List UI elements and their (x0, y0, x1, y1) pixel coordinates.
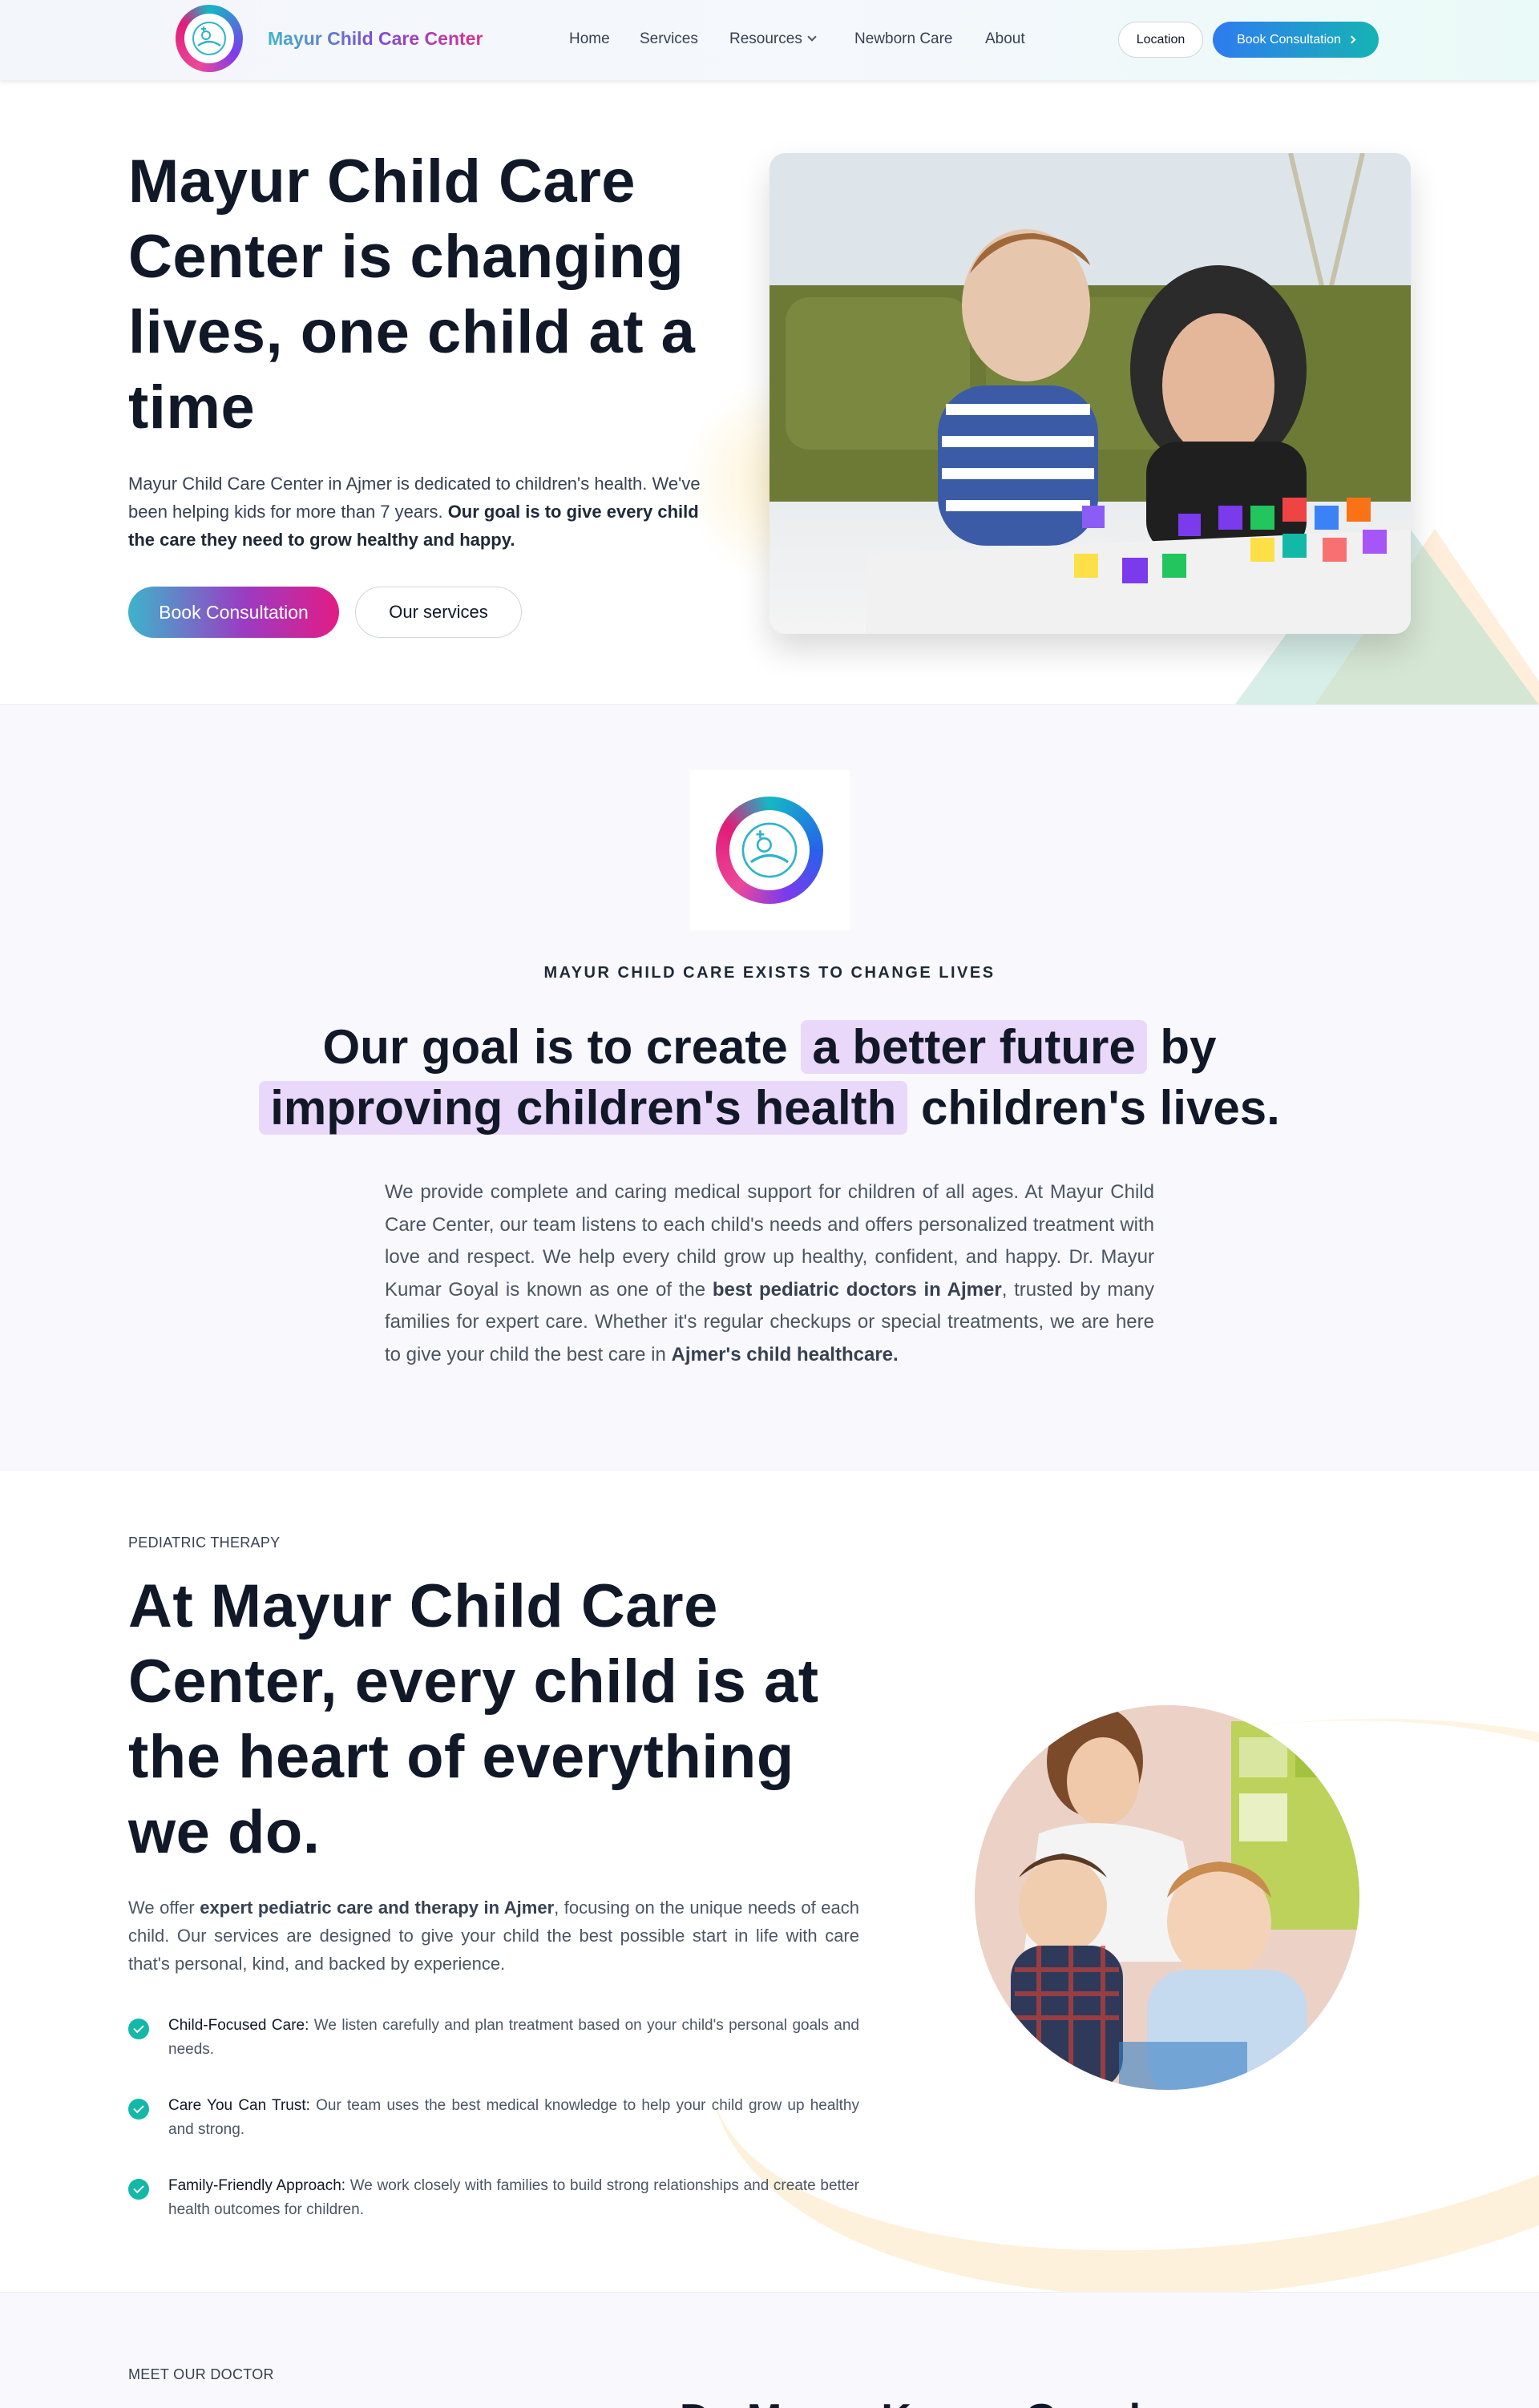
doctor-section: MEET OUR DOCTOR Dr. Mayur Kumar Goyal (0, 2292, 1539, 2408)
therapy-description-text: We offer (128, 1898, 200, 1918)
mission-section: MAYUR CHILD CARE EXISTS TO CHANGE LIVES … (0, 704, 1539, 1470)
chevron-right-icon (1347, 35, 1356, 44)
nav-resources-label: Resources (729, 30, 802, 47)
hero-description: Mayur Child Care Center in Ajmer is dedi… (128, 470, 721, 554)
check-circle-icon (128, 2179, 149, 2200)
mission-heading-text: by (1146, 1020, 1217, 1074)
feature-text: Care You Can Trust: Our team uses the be… (168, 2094, 859, 2142)
mission-body: We provide complete and caring medical s… (385, 1176, 1154, 1371)
hero-section: Mayur Child Care Center is changing live… (0, 80, 1539, 704)
check-circle-icon (128, 2099, 149, 2120)
feature-title: Family-Friendly Approach: (168, 2177, 346, 2194)
doctor-name: Dr. Mayur Kumar Goyal (680, 2395, 1141, 2408)
mission-body-bold: Ajmer's child healthcare. (671, 1343, 899, 1365)
therapy-title: At Mayur Child Care Center, every child … (128, 1572, 819, 1866)
hero-book-consultation-button[interactable]: Book Consultation (128, 587, 339, 638)
feature-text: Family-Friendly Approach: We work closel… (168, 2174, 859, 2222)
therapy-section: PEDIATRIC THERAPY At Mayur Child Care Ce… (0, 1470, 1539, 2292)
mission-kicker: MAYUR CHILD CARE EXISTS TO CHANGE LIVES (543, 964, 996, 982)
mission-heading-text: Our goal is to create (322, 1020, 802, 1074)
mission-body-bold: best pediatric doctors in Ajmer (712, 1278, 1002, 1301)
check-circle-icon (128, 2019, 149, 2039)
mayur-logo-icon (192, 22, 226, 55)
nav-newborn-care[interactable]: Newborn Care (854, 30, 953, 48)
site-header: Mayur Child Care Center Home Services Re… (0, 0, 1539, 80)
book-consultation-button[interactable]: Book Consultation (1213, 22, 1379, 58)
chevron-down-icon (807, 32, 817, 42)
mission-heading-text: children's lives. (907, 1081, 1280, 1135)
location-button[interactable]: Location (1118, 22, 1203, 58)
hero-photo-illustration (770, 153, 1411, 634)
mission-heading: Our goal is to create a better future by… (208, 1017, 1331, 1139)
feature-item: Family-Friendly Approach: We work closel… (128, 2174, 859, 2222)
book-consultation-label: Book Consultation (1237, 32, 1341, 46)
nav-resources[interactable]: Resources (729, 30, 817, 48)
brand-name[interactable]: Mayur Child Care Center (268, 28, 483, 50)
mayur-logo-icon (741, 822, 798, 878)
feature-item: Care You Can Trust: Our team uses the be… (128, 2094, 859, 2142)
feature-title: Care You Can Trust: (168, 2097, 310, 2114)
hero-our-services-button[interactable]: Our services (355, 587, 522, 638)
feature-item: Child-Focused Care: We listen carefully … (128, 2014, 859, 2062)
therapy-photo-illustration (975, 1705, 1359, 2090)
doctor-kicker: MEET OUR DOCTOR (128, 2366, 274, 2382)
mission-logo (716, 797, 823, 904)
feature-text: Child-Focused Care: We listen carefully … (168, 2014, 859, 2062)
hero-title: Mayur Child Care Center is changing live… (128, 147, 696, 442)
mission-logo-box (689, 770, 850, 930)
therapy-description: We offer expert pediatric care and thera… (128, 1894, 859, 1978)
hero-photo-child-playing-blocks (770, 153, 1411, 634)
feature-title: Child-Focused Care: (168, 2017, 309, 2034)
therapy-kicker: PEDIATRIC THERAPY (128, 1535, 281, 1551)
therapy-description-bold: expert pediatric care and therapy in Ajm… (200, 1898, 555, 1918)
therapy-photo-teacher-with-kids (975, 1705, 1359, 2090)
nav-about[interactable]: About (985, 30, 1025, 48)
nav-services[interactable]: Services (640, 30, 698, 48)
brand-logo[interactable] (176, 5, 243, 72)
mission-heading-highlight: a better future (801, 1020, 1147, 1074)
nav-home[interactable]: Home (569, 30, 610, 48)
mission-heading-highlight: improving children's health (259, 1081, 908, 1135)
